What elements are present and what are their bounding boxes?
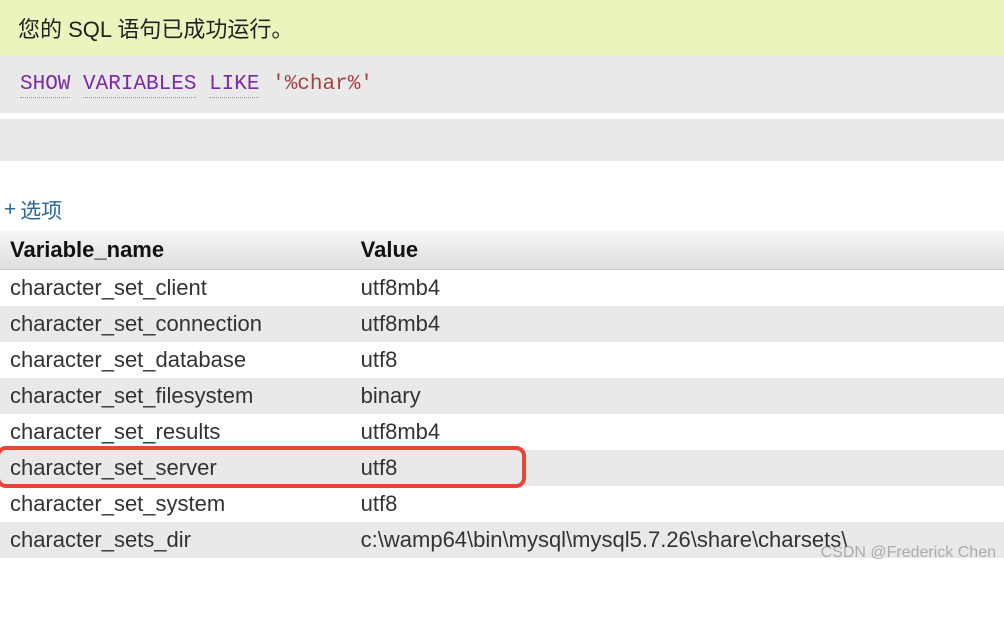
table-row[interactable]: character_set_databaseutf8 — [0, 342, 1004, 378]
sql-keyword-show: SHOW — [20, 73, 70, 98]
options-toggle[interactable]: + 选项 — [0, 185, 1004, 231]
table-row[interactable]: character_set_filesystembinary — [0, 378, 1004, 414]
cell-variable-name: character_set_connection — [0, 306, 351, 342]
sql-keyword-like: LIKE — [209, 73, 259, 98]
cell-value: utf8mb4 — [351, 414, 1004, 450]
sql-keyword-variables: VARIABLES — [83, 73, 196, 98]
cell-variable-name: character_set_server — [0, 450, 351, 486]
column-header-value[interactable]: Value — [351, 231, 1004, 270]
cell-variable-name: character_set_client — [0, 270, 351, 307]
cell-value: utf8mb4 — [351, 270, 1004, 307]
toolbar-spacer — [0, 119, 1004, 161]
results-table: Variable_name Value character_set_client… — [0, 231, 1004, 558]
sql-query-box: SHOW VARIABLES LIKE '%char%' — [0, 56, 1004, 113]
column-header-variable-name[interactable]: Variable_name — [0, 231, 351, 270]
watermark-text: CSDN @Frederick Chen — [821, 544, 996, 562]
cell-variable-name: character_set_system — [0, 486, 351, 522]
cell-variable-name: character_sets_dir — [0, 522, 351, 558]
table-row[interactable]: character_set_connectionutf8mb4 — [0, 306, 1004, 342]
cell-variable-name: character_set_results — [0, 414, 351, 450]
table-row[interactable]: character_set_systemutf8 — [0, 486, 1004, 522]
cell-variable-name: character_set_database — [0, 342, 351, 378]
cell-value: utf8 — [351, 450, 1004, 486]
cell-value: binary — [351, 378, 1004, 414]
table-row[interactable]: character_set_clientutf8mb4 — [0, 270, 1004, 307]
sql-string-literal: '%char%' — [272, 73, 373, 96]
table-row[interactable]: character_set_resultsutf8mb4 — [0, 414, 1004, 450]
cell-value: utf8mb4 — [351, 306, 1004, 342]
plus-icon: + — [4, 198, 16, 222]
cell-variable-name: character_set_filesystem — [0, 378, 351, 414]
options-label: 选项 — [20, 195, 62, 225]
success-message: 您的 SQL 语句已成功运行。 — [18, 17, 293, 42]
success-banner: 您的 SQL 语句已成功运行。 — [0, 0, 1004, 56]
table-row[interactable]: character_set_serverutf8 — [0, 450, 1004, 486]
cell-value: utf8 — [351, 342, 1004, 378]
cell-value: utf8 — [351, 486, 1004, 522]
